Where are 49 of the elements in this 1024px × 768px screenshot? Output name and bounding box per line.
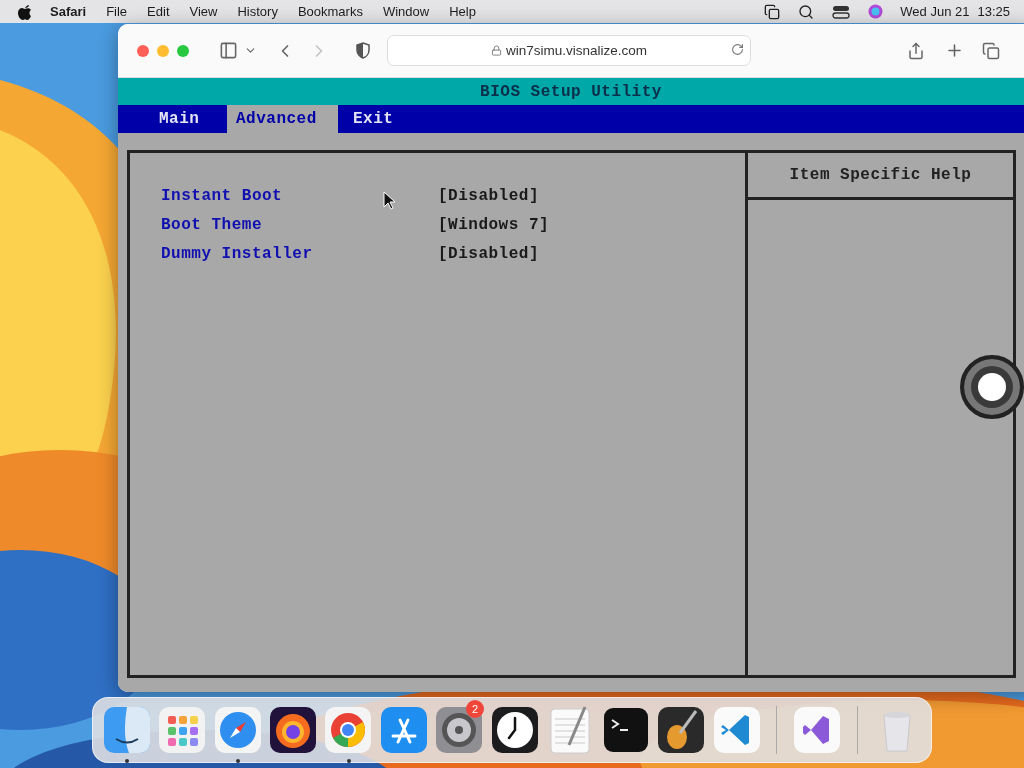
menu-item[interactable]: Window bbox=[372, 4, 440, 19]
apple-logo-icon[interactable] bbox=[18, 3, 32, 20]
setting-value[interactable]: [Windows 7] bbox=[438, 215, 550, 234]
siri-icon[interactable] bbox=[868, 4, 884, 19]
menu-item[interactable]: Help bbox=[439, 4, 486, 19]
bios-tab[interactable]: Advanced bbox=[227, 105, 338, 133]
setting-value[interactable]: [Disabled] bbox=[438, 244, 539, 263]
guitar-app-icon[interactable] bbox=[656, 705, 707, 755]
finder-app-icon[interactable] bbox=[101, 705, 152, 755]
menu-item[interactable]: View bbox=[179, 4, 228, 19]
vscode-app-icon[interactable] bbox=[711, 705, 762, 755]
tab-overview-icon[interactable] bbox=[982, 41, 1000, 60]
shield-icon[interactable] bbox=[355, 42, 371, 59]
sidebar-icon[interactable] bbox=[219, 41, 238, 60]
mouse-pointer-icon bbox=[383, 191, 395, 210]
visualstudio-app-icon[interactable] bbox=[791, 705, 842, 755]
url-text: win7simu.visnalize.com bbox=[505, 43, 647, 58]
settings-app-icon[interactable] bbox=[434, 705, 485, 755]
menu-bar-time[interactable]: 13:25 bbox=[977, 4, 1010, 19]
setting-value[interactable]: [Disabled] bbox=[438, 186, 539, 205]
help-title: Item Specific Help bbox=[789, 166, 972, 184]
address-bar[interactable]: win7simu.visnalize.com bbox=[387, 35, 751, 66]
bios-title: BIOS Setup Utility bbox=[480, 82, 662, 101]
appstore-app-icon[interactable] bbox=[378, 705, 429, 755]
close-button[interactable] bbox=[137, 44, 149, 57]
launchpad-app-icon[interactable] bbox=[157, 705, 208, 755]
safari-app-icon[interactable] bbox=[212, 705, 263, 755]
chrome-app-icon[interactable] bbox=[323, 705, 374, 755]
menu-item[interactable]: Bookmarks bbox=[287, 4, 373, 19]
menu-bar-date[interactable]: Wed Jun 21 bbox=[900, 4, 970, 19]
lock-icon bbox=[490, 45, 502, 56]
bios-tab[interactable]: Main bbox=[147, 105, 221, 133]
setting-label[interactable]: Boot Theme bbox=[161, 215, 438, 234]
menu-item[interactable]: History bbox=[227, 4, 288, 19]
setting-label[interactable]: Instant Boot bbox=[161, 186, 438, 205]
setting-label[interactable]: Dummy Installer bbox=[161, 244, 438, 263]
menu-item[interactable]: Edit bbox=[137, 4, 180, 19]
firefox-app-icon[interactable] bbox=[268, 705, 319, 755]
notification-badge: 2 bbox=[466, 700, 485, 718]
new-tab-icon[interactable] bbox=[945, 41, 964, 60]
control-center-icon[interactable] bbox=[832, 4, 851, 19]
bios-tab[interactable]: Exit bbox=[344, 105, 415, 133]
share-icon[interactable] bbox=[907, 41, 925, 60]
reload-icon[interactable] bbox=[731, 43, 744, 56]
app-menu[interactable]: Safari bbox=[40, 4, 97, 19]
search-icon[interactable] bbox=[798, 3, 815, 20]
screen-mirroring-icon[interactable] bbox=[764, 3, 781, 20]
menu-item[interactable]: File bbox=[96, 4, 138, 19]
clock-app-icon[interactable] bbox=[489, 705, 540, 755]
